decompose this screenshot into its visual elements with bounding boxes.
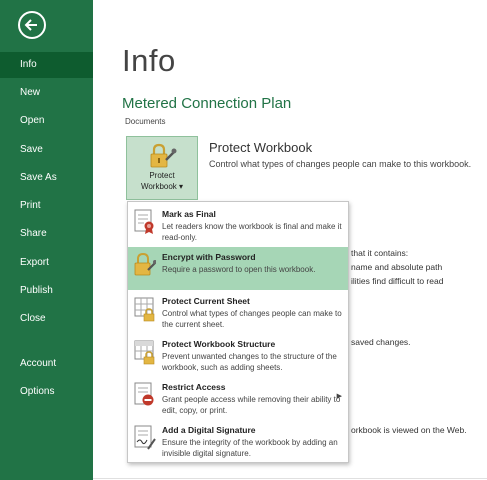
- background-text: that it contains:: [351, 248, 409, 258]
- page-title: Info: [122, 43, 176, 78]
- nav-options[interactable]: Options: [0, 379, 93, 405]
- sheet-lock-icon: [134, 297, 155, 322]
- nav-open[interactable]: Open: [0, 108, 93, 134]
- lock-key-icon: [134, 252, 156, 276]
- background-text: saved changes.: [351, 337, 411, 347]
- menu-item-protect-workbook-structure[interactable]: Protect Workbook Structure Prevent unwan…: [128, 334, 348, 377]
- digital-signature-icon: [134, 425, 156, 450]
- workbook-name: Metered Connection Plan: [122, 95, 292, 112]
- bottom-divider: [93, 478, 487, 479]
- restrict-access-icon: [134, 382, 154, 406]
- back-arrow-icon: [24, 19, 37, 31]
- nav-save[interactable]: Save: [0, 137, 93, 163]
- nav-publish[interactable]: Publish: [0, 278, 93, 304]
- section-description: Control what types of changes people can…: [209, 159, 472, 169]
- menu-item-mark-as-final[interactable]: Mark as Final Let readers know the workb…: [128, 204, 348, 247]
- menu-item-title: Restrict Access: [162, 382, 226, 392]
- background-text: ilities find difficult to read: [351, 276, 444, 286]
- menu-item-title: Protect Workbook Structure: [162, 339, 276, 349]
- menu-item-description: Let readers know the workbook is final a…: [162, 222, 342, 242]
- protect-button-label-line2: Workbook ▾: [140, 182, 184, 191]
- redaction-scribble: [196, 5, 484, 65]
- menu-item-description: Control what types of changes people can…: [162, 309, 342, 329]
- file-path: Documents: [125, 117, 166, 126]
- nav-save-as[interactable]: Save As: [0, 165, 93, 191]
- protect-button-label-line1: Protect: [149, 171, 175, 180]
- mark-as-final-icon: [134, 209, 154, 234]
- nav-info[interactable]: Info: [0, 52, 93, 78]
- menu-item-protect-current-sheet[interactable]: Protect Current Sheet Control what types…: [128, 291, 348, 334]
- nav-close[interactable]: Close: [0, 306, 93, 332]
- nav-account[interactable]: Account: [0, 351, 93, 377]
- menu-item-encrypt-with-password[interactable]: Encrypt with Password Require a password…: [128, 247, 348, 290]
- menu-item-title: Protect Current Sheet: [162, 296, 250, 306]
- menu-item-add-digital-signature[interactable]: Add a Digital Signature Ensure the integ…: [128, 420, 348, 463]
- submenu-arrow-icon: ▶: [336, 393, 342, 400]
- menu-item-description: Require a password to open this workbook…: [162, 265, 316, 274]
- menu-item-description: Ensure the integrity of the workbook by …: [162, 438, 338, 458]
- protect-workbook-menu: Mark as Final Let readers know the workb…: [127, 201, 349, 463]
- nav-new[interactable]: New: [0, 80, 93, 106]
- nav-share[interactable]: Share: [0, 221, 93, 247]
- menu-item-title: Encrypt with Password: [162, 252, 256, 262]
- menu-item-restrict-access[interactable]: Restrict Access Grant people access whil…: [128, 377, 348, 420]
- nav-print[interactable]: Print: [0, 193, 93, 219]
- menu-item-title: Add a Digital Signature: [162, 425, 256, 435]
- section-title: Protect Workbook: [209, 140, 313, 155]
- back-button[interactable]: [18, 11, 46, 39]
- menu-item-title: Mark as Final: [162, 209, 216, 219]
- workbook-structure-lock-icon: [134, 340, 155, 365]
- background-text: orkbook is viewed on the Web.: [351, 425, 467, 435]
- menu-item-description: Grant people access while removing their…: [162, 395, 341, 415]
- background-text: name and absolute path: [351, 262, 443, 272]
- backstage-sidebar: Info New Open Save Save As Print Share E…: [0, 0, 93, 480]
- nav-export[interactable]: Export: [0, 250, 93, 276]
- protect-workbook-button[interactable]: Protect Workbook ▾: [126, 136, 198, 200]
- menu-item-description: Prevent unwanted changes to the structur…: [162, 352, 337, 372]
- lock-key-icon: [150, 143, 177, 168]
